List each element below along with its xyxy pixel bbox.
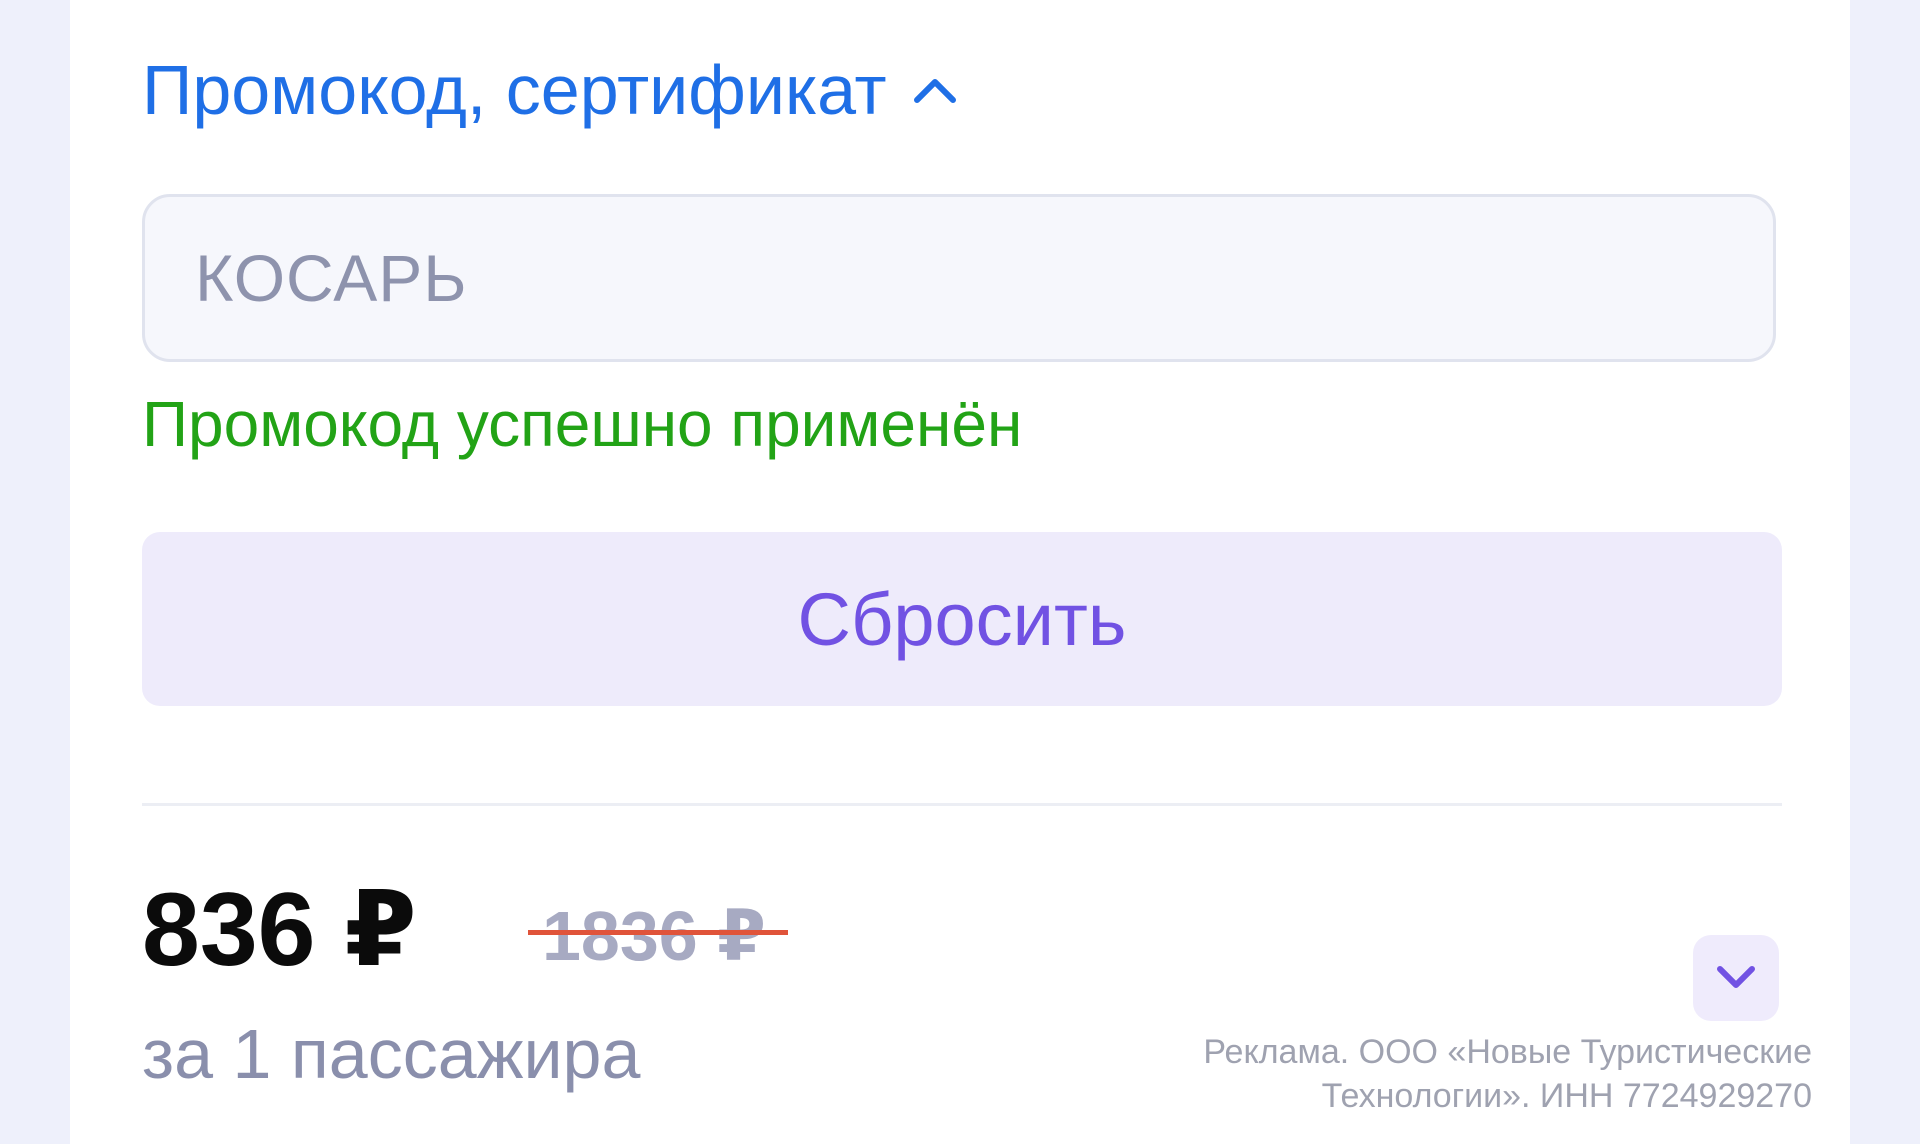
- promo-toggle-label: Промокод, сертификат: [142, 51, 887, 129]
- divider: [142, 803, 1782, 806]
- old-price: 1836 ₽: [528, 894, 788, 978]
- reset-button[interactable]: Сбросить: [142, 532, 1782, 706]
- per-passenger-label: за 1 пассажира: [142, 1015, 641, 1093]
- promo-toggle-button[interactable]: Промокод, сертификат: [142, 48, 961, 132]
- reset-button-label: Сбросить: [797, 577, 1127, 661]
- chevron-up-icon: [909, 64, 961, 116]
- promo-code-value: КОСАРЬ: [195, 241, 468, 315]
- ad-disclaimer: Реклама. ООО «Новые Туристические Технол…: [1032, 1030, 1812, 1118]
- current-price: 836 ₽: [142, 872, 417, 988]
- checkout-card: Промокод, сертификат КОСАРЬ Промокод усп…: [70, 0, 1850, 1144]
- promo-success-message: Промокод успешно применён: [142, 388, 1023, 460]
- ad-line-1: Реклама. ООО «Новые Туристические: [1203, 1033, 1812, 1071]
- strikethrough-line: [528, 930, 788, 935]
- old-price-value: 1836 ₽: [542, 897, 766, 975]
- promo-code-input[interactable]: КОСАРЬ: [142, 194, 1776, 362]
- expand-price-button[interactable]: [1693, 935, 1779, 1021]
- ad-line-2: Технологии». ИНН 7724929270: [1321, 1077, 1812, 1115]
- chevron-down-icon: [1713, 953, 1759, 1004]
